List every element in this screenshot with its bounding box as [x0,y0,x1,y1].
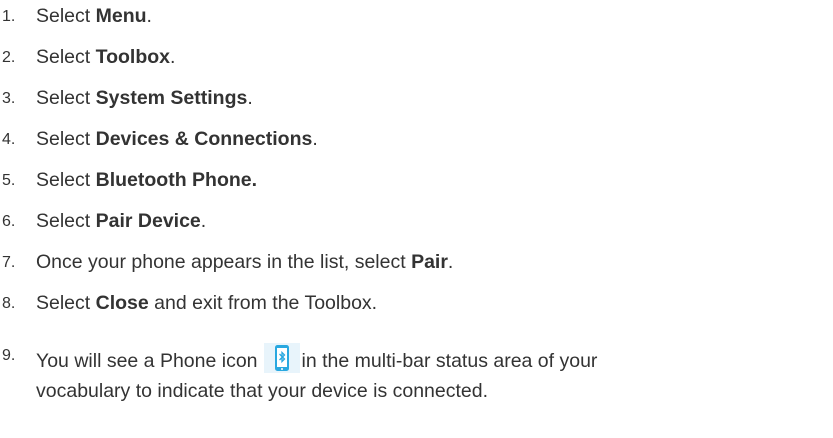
step-text-bold: Toolbox [95,46,170,68]
step-text-plain: Select [36,169,96,191]
step-text-plain: in the multi-bar status area of your [301,350,598,372]
step-text-end: and exit from the Toolbox. [148,292,378,314]
step-text: Select Menu. [36,4,152,29]
step-text-bold: Menu [95,5,147,27]
step-text: Select Bluetooth Phone. [36,168,257,193]
step-text-plain: Select [36,46,96,68]
step-number: 4. [2,131,16,148]
step-text-continuation: vocabulary to indicate that your device … [36,380,489,402]
step-text-bold: Pair [411,251,448,273]
step-text: Select System Settings. [36,86,253,111]
step-text-end: . [200,210,207,232]
step-text: Select Pair Device. [36,209,206,234]
step-number: 2. [2,49,16,66]
step-text-plain: Select [36,210,96,232]
step-text-end: . [247,87,253,109]
step-text-plain: Select [36,128,96,150]
step-text-end: . [146,5,152,27]
step-text-plain: Once your phone appears in the list, sel… [36,251,412,273]
step-text-plain: Select [36,87,96,109]
step-text-bold: Devices & Connections [95,128,313,150]
step-text-bold: Bluetooth Phone. [95,169,258,191]
step-text-bold: Close [95,292,149,314]
step-text-end: . [312,128,318,150]
step-text-plain: Select [36,5,96,27]
step-number: 6. [2,213,16,230]
step-number: 8. [2,295,16,312]
step-text: Once your phone appears in the list, sel… [36,250,453,275]
step-number: 1. [2,8,16,25]
step-number: 5. [2,172,16,189]
bluetooth-phone-icon [263,343,300,373]
step-text-bold: System Settings [95,87,248,109]
step-text: Select Close and exit from the Toolbox. [36,291,377,316]
step-number: 3. [2,90,16,107]
step-text-plain: You will see a Phone icon [36,350,258,372]
step-text-plain: Select [36,292,96,314]
step-text: Select Toolbox. [36,45,175,70]
step-text-bold: Pair Device [95,210,201,232]
step-text-end: . [170,46,176,68]
step-text: Select Devices & Connections. [36,127,318,152]
step-text-end: . [447,251,454,273]
step-number: 7. [2,254,16,271]
step-number: 9. [2,347,16,364]
step-text: You will see a Phone icon in the multi-ba… [36,343,826,374]
